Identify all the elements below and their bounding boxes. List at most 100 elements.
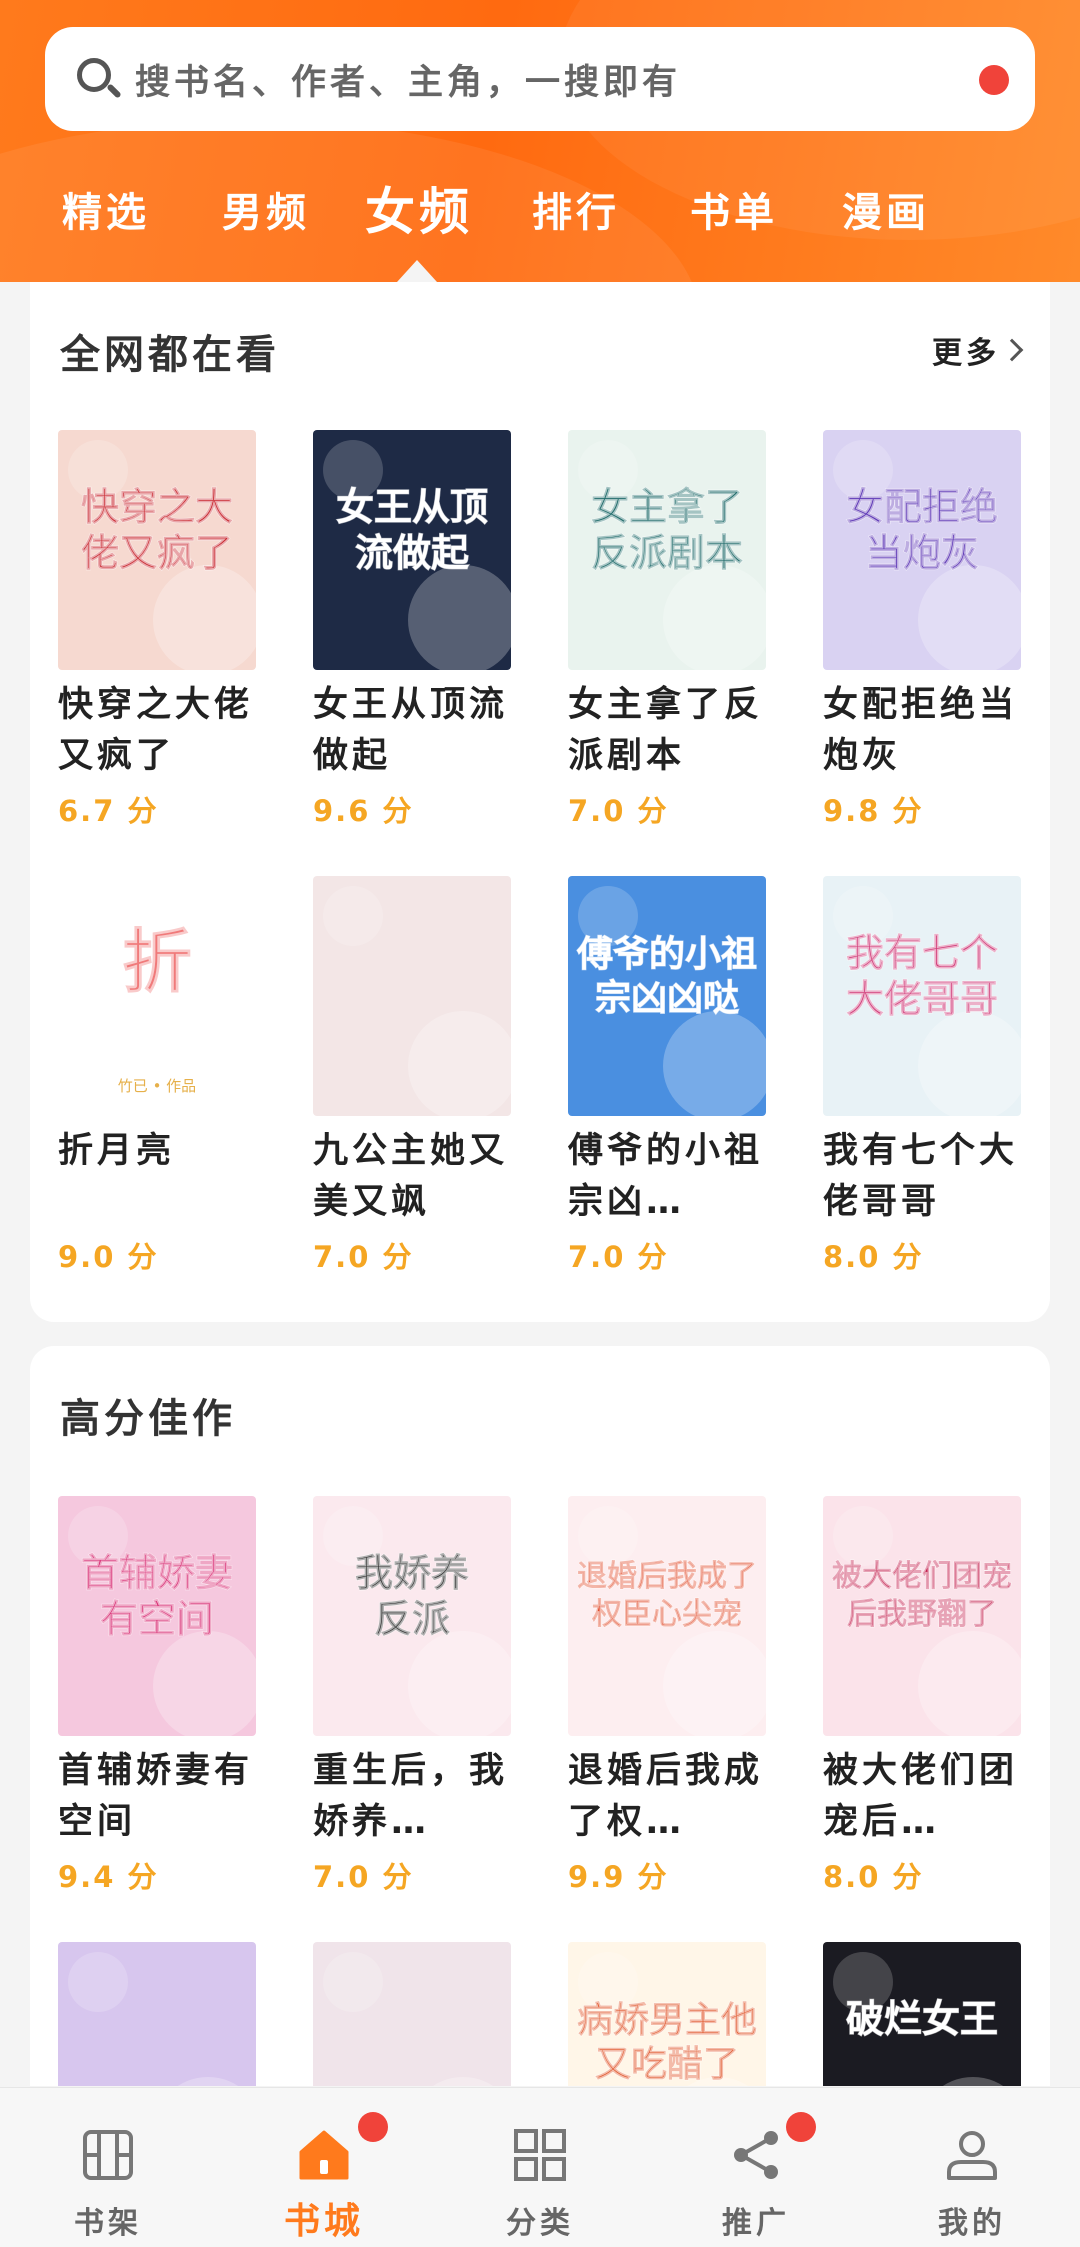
book-cover[interactable]: 女王从顶 流做起 bbox=[313, 430, 511, 670]
book-cover[interactable]: 被大佬们团宠 后我野翻了 bbox=[823, 1496, 1021, 1736]
tab-female[interactable]: 女频 bbox=[365, 172, 473, 244]
book-item[interactable] bbox=[313, 1942, 511, 2086]
book-item[interactable]: 我娇养 反派重生后，我娇养… 7.0 分 bbox=[313, 1496, 511, 1896]
search-bar[interactable]: 搜书名、作者、主角，一搜即有 bbox=[45, 27, 1035, 131]
book-item[interactable]: 女配拒绝 当炮灰 女配拒绝当炮灰 9.8 分 bbox=[823, 430, 1021, 830]
book-title: 快穿之大佬又疯了 bbox=[58, 685, 254, 776]
notification-badge bbox=[786, 2112, 816, 2142]
high-score-section: 高分佳作 首辅娇妻 有空间 首辅娇妻有空间 9.4 分我娇养 反派 重生后，我娇养… 7.0… bbox=[30, 1346, 1050, 2086]
svg-text:我有七个: 我有七个 bbox=[846, 931, 998, 975]
book-cover[interactable] bbox=[58, 1942, 256, 2086]
nav-label: 书城 bbox=[283, 2201, 364, 2242]
svg-text:有空间: 有空间 bbox=[100, 1597, 214, 1641]
bookshelf-icon bbox=[83, 2130, 133, 2180]
book-title: 重生后，我娇养… bbox=[313, 1751, 509, 1842]
book-score: 7.0 分 bbox=[568, 1240, 669, 1274]
svg-text:女主拿了: 女主拿了 bbox=[591, 485, 743, 529]
notification-dot bbox=[979, 65, 1009, 95]
book-title: 被大佬们团宠后… bbox=[823, 1751, 1019, 1842]
nav-label: 我的 bbox=[938, 2206, 1006, 2241]
book-score: 9.4 分 bbox=[58, 1860, 159, 1894]
book-score: 7.0 分 bbox=[313, 1860, 414, 1894]
svg-text:流做起: 流做起 bbox=[355, 531, 470, 575]
book-item[interactable]: 快穿之大 佬又疯了 快穿之大佬又疯了 6.7 分 bbox=[58, 430, 256, 830]
svg-text:病娇男主他: 病娇男主他 bbox=[577, 2000, 757, 2041]
book-title: 女王从顶流做起 bbox=[313, 685, 509, 776]
svg-text:傅爷的小祖: 傅爷的小祖 bbox=[576, 934, 757, 975]
book-cover[interactable]: 快穿之大 佬又疯了 bbox=[58, 430, 256, 670]
book-item[interactable]: 九公主她又美又飒 7.0 分 bbox=[313, 876, 511, 1276]
book-item[interactable]: 被大佬们团宠 后我野翻了被大佬们团宠后… 8.0 分 bbox=[823, 1496, 1021, 1896]
book-title: 退婚后我成了权… bbox=[568, 1751, 764, 1842]
book-cover[interactable]: 退婚后我成了 权臣心尖宠 bbox=[568, 1496, 766, 1736]
trending-section: 全网都在看 更多 快穿之大 佬又疯了 快穿之大佬又疯了 6.7 分女王从顶 流做起 女王从… bbox=[30, 282, 1050, 1322]
book-score: 7.0 分 bbox=[568, 794, 669, 828]
tab-booklist[interactable]: 书单 bbox=[690, 180, 778, 238]
book-cover[interactable]: 女配拒绝 当炮灰 bbox=[823, 430, 1021, 670]
more-button[interactable]: 更多 bbox=[932, 328, 1024, 372]
nav-label: 推广 bbox=[722, 2206, 790, 2241]
more-label: 更多 bbox=[932, 336, 1000, 371]
book-title: 折月亮 bbox=[58, 1131, 176, 1171]
search-input[interactable]: 搜书名、作者、主角，一搜即有 bbox=[135, 54, 681, 105]
svg-text:首辅娇妻: 首辅娇妻 bbox=[81, 1551, 233, 1595]
svg-text:又吃醋了: 又吃醋了 bbox=[595, 2044, 739, 2085]
book-item[interactable]: 折竹已 • 作品折月亮 9.0 分 bbox=[58, 876, 256, 1276]
book-cover[interactable]: 病娇男主他 又吃醋了 bbox=[568, 1942, 766, 2086]
svg-text:女配拒绝: 女配拒绝 bbox=[846, 485, 998, 529]
book-item[interactable]: 破烂女王 bbox=[823, 1942, 1021, 2086]
book-title: 女主拿了反派剧本 bbox=[568, 685, 764, 776]
svg-text:反派剧本: 反派剧本 bbox=[591, 531, 743, 575]
svg-text:女王从顶: 女王从顶 bbox=[336, 485, 488, 529]
book-title: 我有七个大佬哥哥 bbox=[823, 1131, 1019, 1222]
svg-text:当炮灰: 当炮灰 bbox=[865, 531, 979, 575]
book-item[interactable]: 女主拿了 反派剧本 女主拿了反派剧本 7.0 分 bbox=[568, 430, 766, 830]
svg-text:反派: 反派 bbox=[374, 1597, 450, 1641]
book-cover[interactable]: 折竹已 • 作品 bbox=[58, 876, 256, 1116]
book-item[interactable]: 首辅娇妻 有空间 首辅娇妻有空间 9.4 分 bbox=[58, 1496, 256, 1896]
user-icon bbox=[947, 2131, 997, 2180]
book-item[interactable] bbox=[58, 1942, 256, 2086]
tab-comics[interactable]: 漫画 bbox=[842, 180, 930, 238]
svg-text:快穿之大: 快穿之大 bbox=[81, 485, 233, 529]
nav-promote[interactable]: 推广 bbox=[648, 2088, 864, 2247]
tab-ranking[interactable]: 排行 bbox=[532, 180, 620, 238]
book-score: 9.9 分 bbox=[568, 1860, 669, 1894]
book-score: 8.0 分 bbox=[823, 1860, 924, 1894]
tab-male[interactable]: 男频 bbox=[222, 180, 310, 238]
book-item[interactable]: 我有七个 大佬哥哥 我有七个大佬哥哥 8.0 分 bbox=[823, 876, 1021, 1276]
nav-label: 书架 bbox=[74, 2206, 142, 2241]
book-item[interactable]: 傅爷的小祖 宗凶凶哒傅爷的小祖宗凶… 7.0 分 bbox=[568, 876, 766, 1276]
book-score: 6.7 分 bbox=[58, 794, 159, 828]
svg-text:佬又疯了: 佬又疯了 bbox=[81, 531, 233, 575]
grid-icon bbox=[514, 2129, 566, 2181]
share-icon bbox=[734, 2131, 778, 2179]
svg-text:退婚后我成了: 退婚后我成了 bbox=[577, 1559, 757, 1594]
bottom-navigation: 书架 书城 分类 推广 我的 bbox=[0, 2087, 1080, 2247]
book-score: 9.0 分 bbox=[58, 1240, 159, 1274]
book-item[interactable]: 女王从顶 流做起 女王从顶流做起 9.6 分 bbox=[313, 430, 511, 830]
book-title: 傅爷的小祖宗凶… bbox=[568, 1131, 764, 1222]
book-cover[interactable]: 我娇养 反派 bbox=[313, 1496, 511, 1736]
book-title: 女配拒绝当炮灰 bbox=[823, 685, 1019, 776]
book-title: 首辅娇妻有空间 bbox=[58, 1751, 254, 1842]
book-cover[interactable]: 我有七个 大佬哥哥 bbox=[823, 876, 1021, 1116]
nav-bookshelf[interactable]: 书架 bbox=[0, 2088, 216, 2247]
book-cover[interactable] bbox=[313, 876, 511, 1116]
svg-text:被大佬们团宠: 被大佬们团宠 bbox=[832, 1559, 1012, 1594]
book-cover[interactable]: 傅爷的小祖 宗凶凶哒 bbox=[568, 876, 766, 1116]
book-cover[interactable]: 女主拿了 反派剧本 bbox=[568, 430, 766, 670]
book-item[interactable]: 退婚后我成了 权臣心尖宠退婚后我成了权… 9.9 分 bbox=[568, 1496, 766, 1896]
book-item[interactable]: 病娇男主他 又吃醋了 bbox=[568, 1942, 766, 2086]
notification-badge bbox=[358, 2112, 388, 2142]
book-cover[interactable]: 首辅娇妻 有空间 bbox=[58, 1496, 256, 1736]
nav-categories[interactable]: 分类 bbox=[432, 2088, 648, 2247]
svg-text:我娇养: 我娇养 bbox=[355, 1551, 469, 1595]
book-cover[interactable]: 破烂女王 bbox=[823, 1942, 1021, 2086]
active-tab-indicator bbox=[397, 260, 437, 282]
book-cover[interactable] bbox=[313, 1942, 511, 2086]
svg-text:权臣心尖宠: 权臣心尖宠 bbox=[591, 1597, 742, 1632]
tab-featured[interactable]: 精选 bbox=[62, 180, 150, 238]
nav-bookstore[interactable]: 书城 bbox=[216, 2088, 432, 2247]
nav-profile[interactable]: 我的 bbox=[864, 2088, 1080, 2247]
